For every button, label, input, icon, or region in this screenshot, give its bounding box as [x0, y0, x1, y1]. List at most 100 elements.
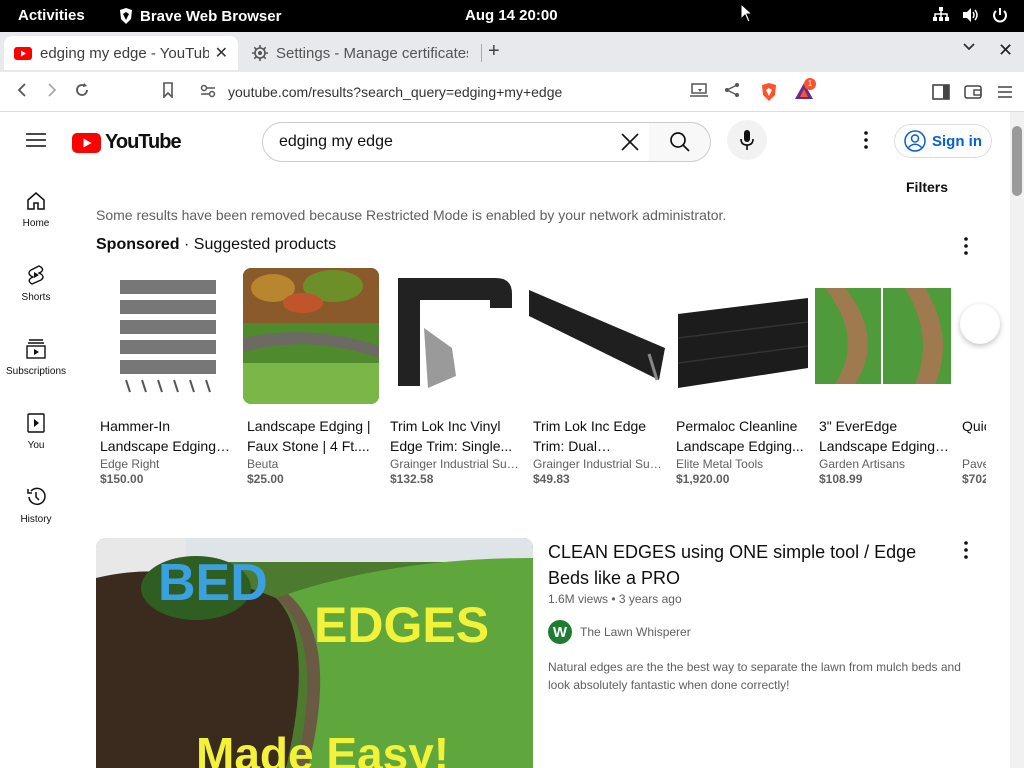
power-icon[interactable]	[992, 7, 1008, 23]
shorts-icon	[28, 265, 44, 285]
search-query-text: edging my edge	[279, 133, 393, 150]
thumb-text-made-easy: Made Easy!	[196, 728, 449, 768]
product-card[interactable]: Quic Edgi Pave $702	[958, 268, 986, 486]
clock[interactable]: Aug 14 20:00	[465, 7, 558, 24]
sign-in-button[interactable]: Sign in	[894, 124, 992, 158]
product-name: Permaloc Cleanline Landscape Edging...	[676, 418, 804, 454]
youtube-logo[interactable]: YouTube	[72, 131, 182, 154]
channel-avatar: W	[548, 620, 572, 644]
video-title[interactable]: CLEAN EDGES using ONE simple tool / Edge…	[548, 539, 928, 591]
product-image	[529, 268, 665, 404]
account-icon	[904, 130, 926, 152]
product-seller: Grainger Industrial Sup...	[390, 457, 522, 471]
product-card[interactable]: Landscape Edging | Faux Stone | 4 Ft....…	[243, 268, 379, 486]
product-price: $1,920.00	[676, 472, 730, 486]
channel-link[interactable]: W The Lawn Whisperer	[548, 620, 691, 644]
product-shelf: Hammer-In Landscape Edging -... Edge Rig…	[96, 268, 986, 493]
cast-icon[interactable]	[690, 83, 708, 97]
product-name: Trim Lok Inc Vinyl Edge Trim: Single...	[390, 418, 513, 454]
sponsored-more-icon[interactable]	[956, 236, 976, 256]
video-age: 3 years ago	[618, 592, 682, 606]
product-seller: Garden Artisans	[819, 457, 906, 471]
guide-item-subscriptions[interactable]: Subscriptions	[0, 338, 72, 377]
product-seller: Edge Right	[100, 457, 160, 471]
app-name: Brave Web Browser	[140, 7, 282, 25]
sponsored-heading: Sponsored · Suggested products	[96, 236, 336, 254]
guide-label: Home	[22, 218, 50, 229]
youtube-logo-icon	[72, 132, 101, 153]
guide-label: Subscriptions	[5, 366, 67, 377]
share-icon[interactable]	[724, 82, 740, 98]
product-name: 3" EverEdge Landscape Edging -...	[819, 418, 935, 454]
product-card[interactable]: Trim Lok Inc Vinyl Edge Trim: Single... …	[386, 268, 522, 486]
gear-icon	[252, 45, 268, 61]
sidebar-toggle-icon[interactable]	[932, 84, 950, 100]
volume-icon[interactable]	[962, 7, 980, 23]
video-thumbnail[interactable]: BED EDGES Made Easy!	[96, 538, 533, 768]
menu-hamburger-icon[interactable]	[996, 84, 1014, 100]
clear-search-icon[interactable]	[619, 131, 641, 153]
product-name: Trim Lok Inc Edge Trim: Dual Gripping...	[533, 418, 647, 454]
brave-shields-icon[interactable]	[760, 82, 778, 102]
youtube-icon	[14, 46, 32, 60]
guide-menu-icon[interactable]	[26, 132, 46, 148]
product-name: Quic Edgi	[962, 418, 986, 434]
url-text: youtube.com/results?search_query=edging+…	[228, 84, 563, 100]
video-more-icon[interactable]	[956, 540, 976, 560]
product-seller: Beuta	[247, 457, 279, 471]
youtube-header: YouTube edging my edge Sign in	[0, 112, 1010, 170]
brave-shield-icon	[120, 8, 132, 24]
product-seller: Elite Metal Tools	[676, 457, 764, 471]
back-icon[interactable]	[16, 82, 28, 98]
product-price: $132.58	[390, 472, 434, 486]
meta-separator: •	[611, 592, 616, 606]
page-scrollbar[interactable]	[1010, 112, 1024, 768]
product-seller: Pave	[962, 457, 986, 471]
product-price: $150.00	[100, 472, 144, 486]
product-image	[386, 268, 522, 404]
new-tab-button[interactable]: +	[488, 40, 500, 63]
tab-youtube[interactable]: edging my edge - YouTube ✕	[4, 36, 238, 70]
activities-button[interactable]: Activities	[18, 7, 85, 24]
brave-rewards-button[interactable]: 1	[794, 78, 816, 105]
search-button[interactable]	[649, 122, 711, 162]
bookmark-icon[interactable]	[162, 82, 174, 98]
site-info-icon[interactable]	[200, 84, 216, 98]
sponsored-label: Sponsored	[96, 236, 180, 253]
filters-button[interactable]: Filters	[906, 179, 948, 195]
reload-icon[interactable]	[74, 82, 90, 98]
guide-item-history[interactable]: History	[0, 486, 72, 525]
product-card[interactable]: Permaloc Cleanline Landscape Edging... E…	[672, 268, 808, 486]
restricted-mode-notice: Some results have been removed because R…	[96, 207, 727, 223]
scrollbar-thumb[interactable]	[1012, 126, 1022, 196]
app-menu[interactable]: Brave Web Browser	[118, 7, 281, 25]
guide-label: Shorts	[21, 292, 51, 303]
video-views: 1.6M views	[548, 592, 609, 606]
voice-search-button[interactable]	[727, 120, 767, 160]
tab-title: edging my edge - YouTube	[40, 44, 209, 62]
search-input[interactable]: edging my edge	[262, 122, 650, 162]
tab-search-chevron-icon[interactable]	[962, 42, 976, 52]
guide-item-shorts[interactable]: Shorts	[0, 264, 72, 303]
window-close-icon[interactable]: ✕	[998, 40, 1013, 61]
product-card[interactable]: Trim Lok Inc Edge Trim: Dual Gripping...…	[529, 268, 665, 486]
product-image	[672, 268, 808, 404]
wallet-icon[interactable]	[964, 84, 982, 100]
forward-icon[interactable]	[46, 82, 58, 98]
tab-close-icon[interactable]: ✕	[215, 43, 228, 63]
tab-divider	[481, 44, 482, 62]
guide-item-you[interactable]: You	[0, 412, 72, 451]
thumb-text-edges: EDGES	[314, 597, 489, 653]
product-seller: Grainger Industrial Sup...	[533, 457, 665, 471]
network-icon[interactable]	[932, 7, 950, 23]
guide-item-home[interactable]: Home	[0, 190, 72, 229]
settings-more-icon[interactable]	[856, 130, 876, 150]
rewards-badge: 1	[804, 78, 816, 90]
product-card[interactable]: 3" EverEdge Landscape Edging -... Garden…	[815, 268, 951, 486]
video-metadata: 1.6M views • 3 years ago	[548, 592, 682, 606]
tab-settings[interactable]: Settings - Manage certificates	[242, 36, 478, 70]
product-card[interactable]: Hammer-In Landscape Edging -... Edge Rig…	[96, 268, 232, 486]
guide-label: You	[27, 440, 45, 451]
shelf-next-button[interactable]	[960, 304, 1000, 344]
product-price: $49.83	[533, 472, 570, 486]
